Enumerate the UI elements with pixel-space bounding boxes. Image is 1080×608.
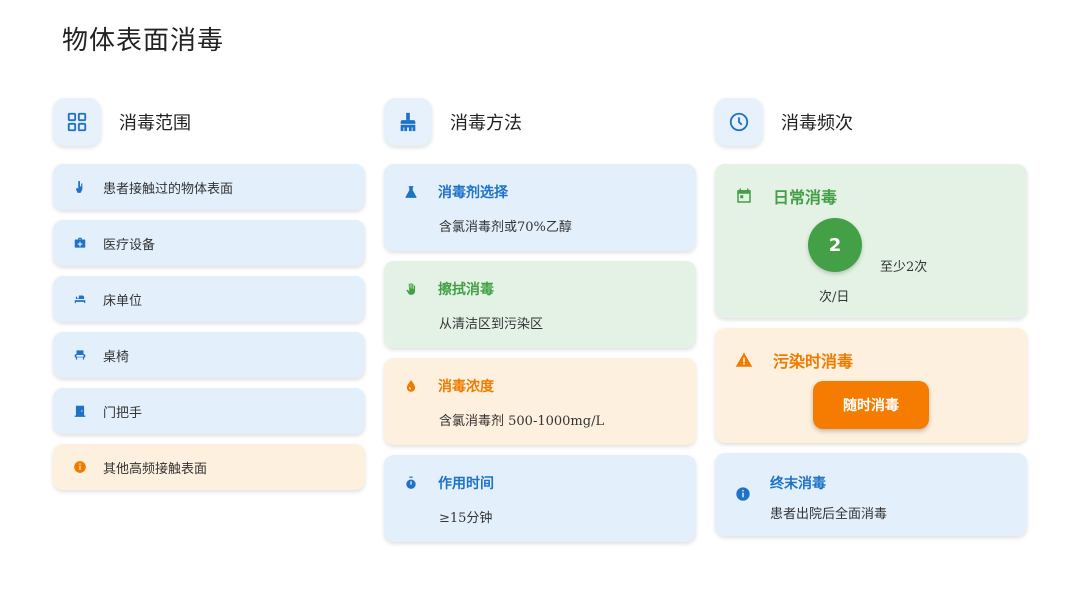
scope-item-medical-equipment[interactable]: 医疗设备 (53, 220, 365, 266)
daily-disinfection-card[interactable]: 日常消毒 2 至少2次 次/日 (715, 164, 1027, 318)
info-icon (73, 460, 87, 474)
method-title: 消毒方法 (450, 113, 522, 134)
hand-icon (404, 282, 418, 296)
scope-title: 消毒范围 (119, 113, 191, 134)
flask-icon (404, 185, 418, 199)
medical-kit-icon (73, 236, 87, 250)
terminal-disinfection-desc: 患者出院后全面消毒 (770, 507, 888, 522)
frequency-header: 消毒频次 (715, 98, 1027, 146)
frequency-column: 消毒频次 日常消毒 2 至少2次 次/日 污染时消毒 随时消毒 终末消毒 患者出… (715, 98, 1027, 546)
anytime-disinfect-button[interactable]: 随时消毒 (813, 381, 929, 429)
timer-icon (404, 476, 418, 490)
scope-item-label: 医疗设备 (103, 237, 156, 253)
scope-item-label: 患者接触过的物体表面 (103, 181, 234, 197)
method-card-duration[interactable]: 作用时间 ≥15分钟 (384, 455, 696, 542)
method-card-desc: ≥15分钟 (439, 511, 493, 526)
scope-header: 消毒范围 (53, 98, 365, 146)
daily-count-unit: 次/日 (819, 290, 850, 305)
cleaning-brush-icon (384, 98, 432, 146)
method-card-title: 消毒剂选择 (438, 185, 508, 201)
scope-item-door-handles[interactable]: 门把手 (53, 388, 365, 434)
contamination-disinfection-title: 污染时消毒 (773, 352, 854, 371)
page-title: 物体表面消毒 (62, 26, 225, 56)
contamination-disinfection-card: 污染时消毒 随时消毒 (715, 328, 1027, 443)
door-icon (73, 404, 87, 418)
method-card-desc: 含氯消毒剂 500-1000mg/L (439, 414, 605, 429)
scope-item-touched-surfaces[interactable]: 患者接触过的物体表面 (53, 164, 365, 210)
bed-icon (73, 292, 87, 306)
method-card-concentration[interactable]: 消毒浓度 含氯消毒剂 500-1000mg/L (384, 358, 696, 445)
method-card-title: 作用时间 (438, 476, 494, 492)
daily-count-badge: 2 (808, 218, 862, 272)
drop-icon (404, 379, 418, 393)
method-card-desc: 从清洁区到污染区 (439, 317, 544, 332)
grid-icon (53, 98, 101, 146)
warning-icon (735, 351, 753, 369)
frequency-title: 消毒频次 (781, 113, 853, 134)
touch-icon (73, 180, 87, 194)
calendar-icon (735, 187, 753, 205)
daily-disinfection-title: 日常消毒 (773, 188, 838, 207)
method-card-title: 擦拭消毒 (438, 282, 494, 298)
scope-item-label: 门把手 (103, 405, 143, 421)
scope-item-bed-unit[interactable]: 床单位 (53, 276, 365, 322)
method-header: 消毒方法 (384, 98, 696, 146)
method-card-title: 消毒浓度 (438, 379, 494, 395)
scope-item-other-surfaces[interactable]: 其他高频接触表面 (53, 444, 365, 490)
info-icon (735, 486, 751, 502)
method-card-wiping[interactable]: 擦拭消毒 从清洁区到污染区 (384, 261, 696, 348)
chair-icon (73, 348, 87, 362)
scope-column: 消毒范围 患者接触过的物体表面 医疗设备 床单位 桌椅 门把手 其他高频接触表面 (53, 98, 365, 500)
terminal-disinfection-card[interactable]: 终末消毒 患者出院后全面消毒 (715, 453, 1027, 536)
terminal-disinfection-title: 终末消毒 (770, 476, 826, 492)
daily-count-note: 至少2次 (880, 260, 928, 275)
scope-item-label: 其他高频接触表面 (103, 461, 208, 477)
scope-item-tables-chairs[interactable]: 桌椅 (53, 332, 365, 378)
clock-icon (715, 98, 763, 146)
method-column: 消毒方法 消毒剂选择 含氯消毒剂或70%乙醇 擦拭消毒 从清洁区到污染区 消毒浓… (384, 98, 696, 552)
method-card-desc: 含氯消毒剂或70%乙醇 (439, 220, 572, 235)
scope-item-label: 床单位 (103, 293, 143, 309)
method-card-disinfectant[interactable]: 消毒剂选择 含氯消毒剂或70%乙醇 (384, 164, 696, 251)
scope-item-label: 桌椅 (103, 349, 130, 365)
